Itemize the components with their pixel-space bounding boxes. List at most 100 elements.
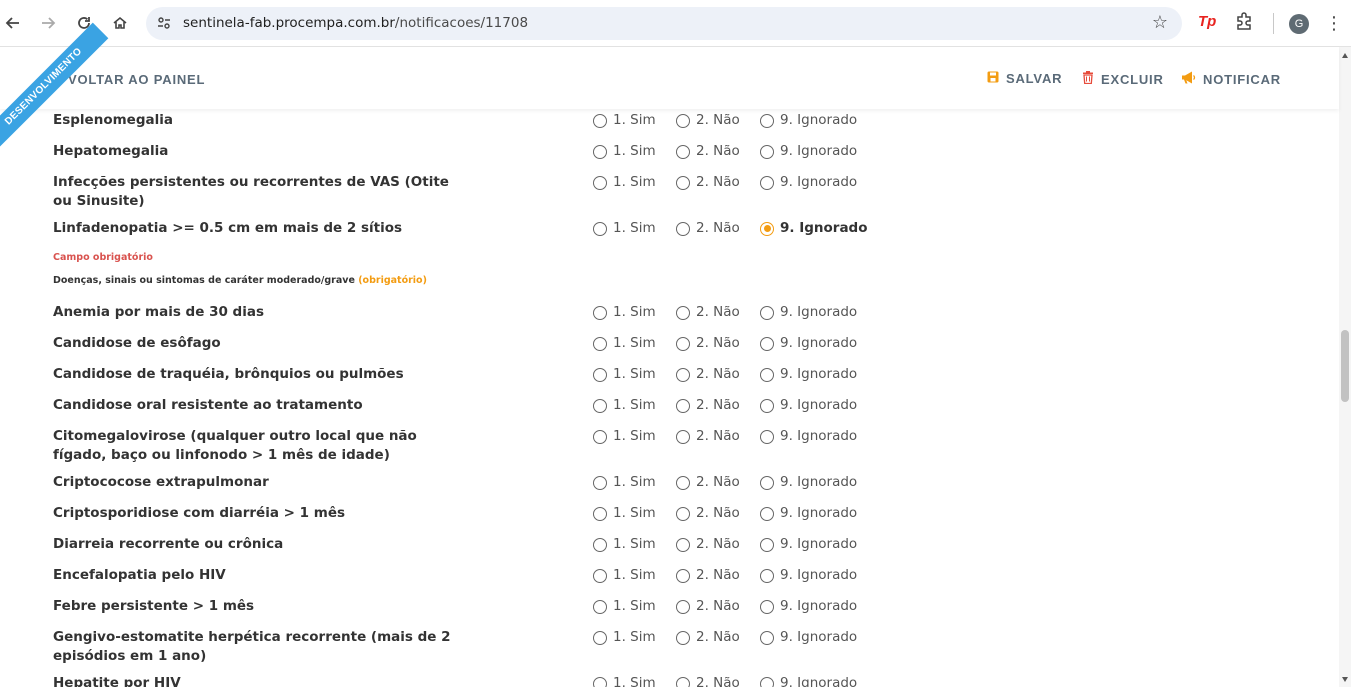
radio-button[interactable] bbox=[676, 305, 690, 320]
option-ignorado[interactable]: 9. Ignorado bbox=[760, 142, 857, 161]
option-sim[interactable]: 1. Sim bbox=[593, 473, 656, 492]
radio-button[interactable] bbox=[593, 113, 607, 128]
scroll-up-arrow-icon[interactable] bbox=[1342, 53, 1348, 58]
radio-button[interactable] bbox=[593, 398, 607, 413]
option-nao[interactable]: 2. Não bbox=[676, 365, 740, 384]
radio-button[interactable] bbox=[593, 676, 607, 687]
option-sim[interactable]: 1. Sim bbox=[593, 566, 656, 585]
option-nao[interactable]: 2. Não bbox=[676, 142, 740, 161]
scroll-down-arrow-icon[interactable] bbox=[1342, 677, 1348, 682]
radio-button[interactable] bbox=[593, 367, 607, 382]
radio-button[interactable] bbox=[676, 630, 690, 645]
radio-button[interactable] bbox=[760, 305, 774, 320]
radio-button[interactable] bbox=[676, 113, 690, 128]
radio-button[interactable] bbox=[760, 475, 774, 490]
radio-button[interactable] bbox=[676, 175, 690, 190]
radio-button[interactable] bbox=[676, 398, 690, 413]
option-sim[interactable]: 1. Sim bbox=[593, 674, 656, 687]
option-nao[interactable]: 2. Não bbox=[676, 396, 740, 415]
option-ignorado[interactable]: 9. Ignorado bbox=[760, 535, 857, 554]
radio-button[interactable] bbox=[676, 221, 690, 236]
option-ignorado[interactable]: 9. Ignorado bbox=[760, 396, 857, 415]
option-sim[interactable]: 1. Sim bbox=[593, 219, 656, 238]
back-arrow-icon[interactable] bbox=[0, 10, 26, 36]
page-scrollbar[interactable] bbox=[1339, 47, 1351, 687]
radio-button[interactable] bbox=[760, 336, 774, 351]
radio-button[interactable] bbox=[593, 175, 607, 190]
more-menu-icon[interactable]: ⋮ bbox=[1325, 10, 1343, 36]
site-info-icon[interactable] bbox=[156, 15, 172, 31]
option-ignorado[interactable]: 9. Ignorado bbox=[760, 334, 857, 353]
option-ignorado[interactable]: 9. Ignorado bbox=[760, 173, 857, 192]
option-ignorado[interactable]: 9. Ignorado bbox=[760, 303, 857, 322]
radio-button[interactable] bbox=[593, 630, 607, 645]
radio-button-checked[interactable] bbox=[760, 221, 774, 236]
option-sim[interactable]: 1. Sim bbox=[593, 427, 656, 446]
radio-button[interactable] bbox=[593, 144, 607, 159]
option-ignorado[interactable]: 9. Ignorado bbox=[760, 674, 857, 687]
option-ignorado[interactable]: 9. Ignorado bbox=[760, 566, 857, 585]
radio-button[interactable] bbox=[760, 175, 774, 190]
address-bar[interactable]: sentinela-fab.procempa.com.br/notificaco… bbox=[146, 7, 1182, 40]
option-sim[interactable]: 1. Sim bbox=[593, 504, 656, 523]
radio-button[interactable] bbox=[676, 475, 690, 490]
bookmark-star-icon[interactable]: ☆ bbox=[1152, 12, 1168, 33]
notify-button[interactable]: NOTIFICAR bbox=[1181, 71, 1281, 87]
radio-button[interactable] bbox=[593, 305, 607, 320]
option-sim[interactable]: 1. Sim bbox=[593, 303, 656, 322]
option-nao[interactable]: 2. Não bbox=[676, 566, 740, 585]
option-ignorado-selected[interactable]: 9. Ignorado bbox=[760, 219, 868, 238]
option-nao[interactable]: 2. Não bbox=[676, 535, 740, 554]
radio-button[interactable] bbox=[676, 537, 690, 552]
option-sim[interactable]: 1. Sim bbox=[593, 111, 656, 130]
option-ignorado[interactable]: 9. Ignorado bbox=[760, 427, 857, 446]
option-ignorado[interactable]: 9. Ignorado bbox=[760, 628, 857, 647]
radio-button[interactable] bbox=[676, 367, 690, 382]
radio-button[interactable] bbox=[760, 506, 774, 521]
radio-button[interactable] bbox=[760, 113, 774, 128]
radio-button[interactable] bbox=[760, 568, 774, 583]
radio-button[interactable] bbox=[593, 599, 607, 614]
option-sim[interactable]: 1. Sim bbox=[593, 396, 656, 415]
radio-button[interactable] bbox=[760, 630, 774, 645]
radio-button[interactable] bbox=[593, 537, 607, 552]
extensions-puzzle-icon[interactable] bbox=[1234, 11, 1256, 33]
radio-button[interactable] bbox=[760, 599, 774, 614]
option-sim[interactable]: 1. Sim bbox=[593, 365, 656, 384]
option-nao[interactable]: 2. Não bbox=[676, 473, 740, 492]
option-nao[interactable]: 2. Não bbox=[676, 427, 740, 446]
radio-button[interactable] bbox=[760, 537, 774, 552]
home-icon[interactable] bbox=[107, 10, 133, 36]
radio-button[interactable] bbox=[676, 568, 690, 583]
option-ignorado[interactable]: 9. Ignorado bbox=[760, 504, 857, 523]
option-nao[interactable]: 2. Não bbox=[676, 674, 740, 687]
radio-button[interactable] bbox=[760, 429, 774, 444]
option-ignorado[interactable]: 9. Ignorado bbox=[760, 597, 857, 616]
radio-button[interactable] bbox=[760, 144, 774, 159]
radio-button[interactable] bbox=[676, 676, 690, 687]
radio-button[interactable] bbox=[760, 676, 774, 687]
option-ignorado[interactable]: 9. Ignorado bbox=[760, 365, 857, 384]
radio-button[interactable] bbox=[676, 144, 690, 159]
option-nao[interactable]: 2. Não bbox=[676, 504, 740, 523]
option-sim[interactable]: 1. Sim bbox=[593, 597, 656, 616]
save-button[interactable]: SALVAR bbox=[987, 71, 1062, 86]
profile-avatar[interactable]: G bbox=[1289, 14, 1309, 34]
scrollbar-thumb[interactable] bbox=[1341, 330, 1349, 402]
radio-button[interactable] bbox=[593, 475, 607, 490]
option-nao[interactable]: 2. Não bbox=[676, 173, 740, 192]
option-nao[interactable]: 2. Não bbox=[676, 597, 740, 616]
radio-button[interactable] bbox=[676, 336, 690, 351]
option-sim[interactable]: 1. Sim bbox=[593, 628, 656, 647]
radio-button[interactable] bbox=[676, 429, 690, 444]
radio-button[interactable] bbox=[593, 429, 607, 444]
option-nao[interactable]: 2. Não bbox=[676, 334, 740, 353]
radio-button[interactable] bbox=[593, 506, 607, 521]
option-nao[interactable]: 2. Não bbox=[676, 219, 740, 238]
option-nao[interactable]: 2. Não bbox=[676, 303, 740, 322]
option-ignorado[interactable]: 9. Ignorado bbox=[760, 473, 857, 492]
radio-button[interactable] bbox=[593, 568, 607, 583]
radio-button[interactable] bbox=[676, 506, 690, 521]
radio-button[interactable] bbox=[593, 336, 607, 351]
option-sim[interactable]: 1. Sim bbox=[593, 173, 656, 192]
